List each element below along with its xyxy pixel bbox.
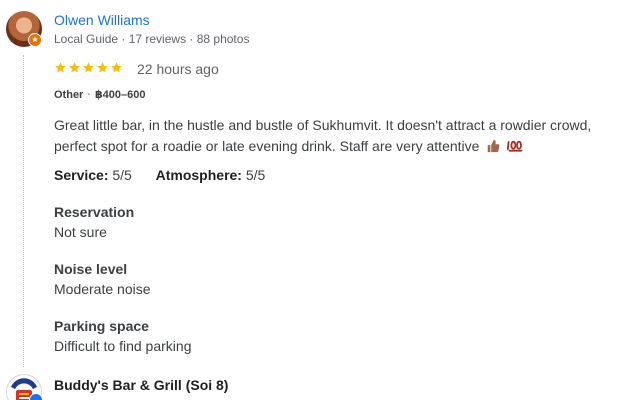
owner-reply-name[interactable]: Buddy's Bar & Grill (Soi 8) [54,377,228,393]
thread-divider [23,55,25,367]
star-icon [83,62,94,73]
service-label: Service: [54,167,109,183]
hundred-points-emoji [507,138,523,159]
local-guide-star-icon: ★ [28,33,42,47]
atmosphere-label: Atmosphere: [155,167,242,183]
star-rating [54,61,123,74]
tag-category: Other [54,89,84,101]
owner-verified-icon [29,393,43,400]
tag-price: ฿400–600 [95,89,146,101]
star-icon [55,62,66,73]
reservation-label: Reservation [54,204,135,220]
review-tags: Other · ฿400–600 [54,88,146,101]
tag-separator: · [87,89,92,101]
reviewer-meta: Local Guide · 17 reviews · 88 photos [54,32,250,46]
reservation-value: Not sure [54,224,107,240]
review-card: ★ Olwen Williams Local Guide · 17 review… [0,0,629,400]
star-icon [69,62,80,73]
sub-ratings: Service: 5/5 Atmosphere: 5/5 [54,167,265,183]
parking-value: Difficult to find parking [54,338,192,354]
noise-level-label: Noise level [54,261,128,277]
service-value: 5/5 [112,167,132,183]
parking-label: Parking space [54,318,149,334]
noise-level-value: Moderate noise [54,281,151,297]
star-icon [111,62,122,73]
star-icon [97,62,108,73]
thumbs-up-emoji [486,138,500,159]
reviewer-name-link[interactable]: Olwen Williams [54,12,150,28]
review-time: 22 hours ago [137,61,219,77]
atmosphere-value: 5/5 [245,167,266,183]
review-body: Great little bar, in the hustle and bust… [54,115,624,159]
